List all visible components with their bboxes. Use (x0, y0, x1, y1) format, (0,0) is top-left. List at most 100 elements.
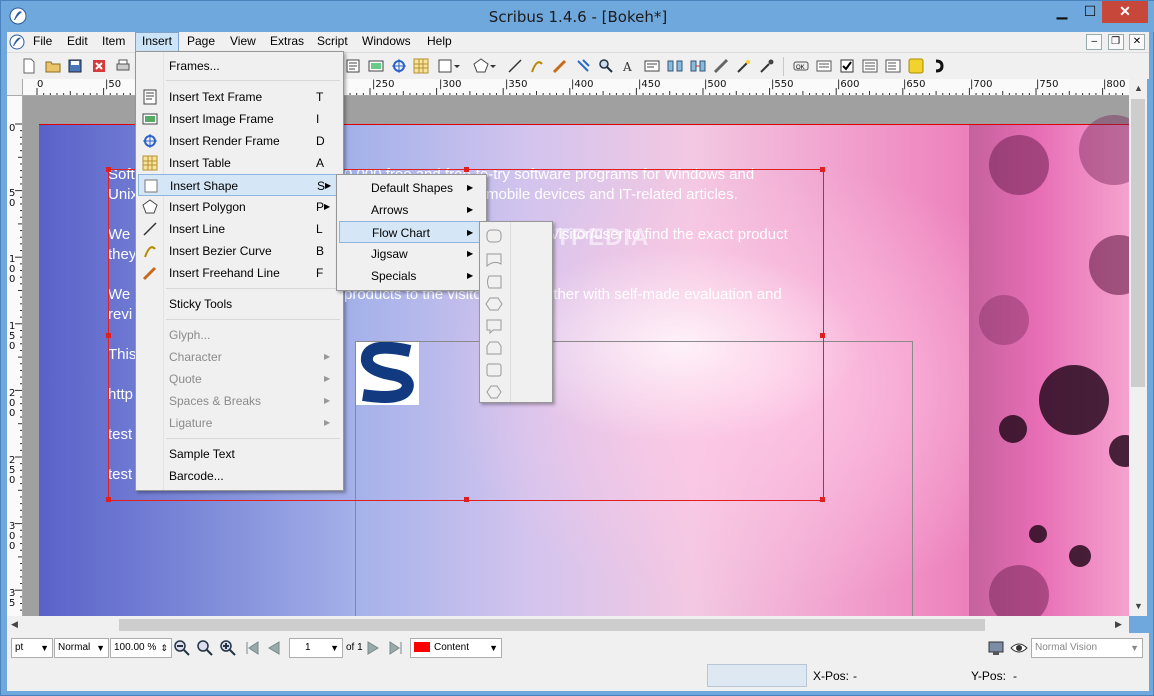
submenu-item-arrows[interactable]: Arrows ▶ (339, 199, 484, 221)
toolbar-shape-icon[interactable] (437, 58, 453, 74)
pdf-listbox-icon[interactable] (885, 58, 901, 74)
text-annotation-icon[interactable] (908, 58, 924, 74)
vertical-ruler[interactable]: 0 5 0 1 0 0 1 5 0 2 0 0 2 5 0 3 0 0 3 5 (7, 96, 23, 616)
flow-off-page-icon[interactable] (486, 341, 502, 355)
link-annotation-icon[interactable] (931, 58, 947, 74)
flow-hexagon-icon[interactable] (486, 385, 502, 399)
horizontal-scrollbar[interactable]: ◀ ▶ (7, 616, 1129, 633)
mdi-minimize-button[interactable]: – (1086, 34, 1103, 50)
pdf-checkbox-icon[interactable] (839, 58, 855, 74)
resize-handle[interactable] (820, 497, 825, 502)
menu-help[interactable]: Help (421, 32, 458, 52)
last-page-icon[interactable] (387, 639, 405, 657)
vision-select[interactable]: Normal Vision ▼ (1031, 638, 1143, 658)
toolbar-freehand-icon[interactable] (552, 58, 568, 74)
resize-handle[interactable] (106, 167, 111, 172)
menu-extras[interactable]: Extras (264, 32, 310, 52)
menu-file[interactable]: File (27, 32, 58, 52)
print-icon[interactable] (115, 58, 131, 74)
toolbar-line-icon[interactable] (507, 58, 523, 74)
toolbar-table-icon[interactable] (413, 58, 429, 74)
flow-preparation-icon[interactable] (485, 297, 503, 311)
flow-terminator-icon[interactable] (486, 229, 502, 243)
edit-contents-icon[interactable] (644, 58, 660, 74)
toolbar-text-frame-icon[interactable] (345, 58, 361, 74)
menu-item-barcode[interactable]: Barcode... (138, 465, 341, 487)
menu-item-frames[interactable]: Frames... (138, 55, 341, 77)
pdf-text-field-icon[interactable] (816, 58, 832, 74)
edit-text-icon[interactable]: A (621, 58, 637, 74)
menu-item-insert-table[interactable]: Insert Table A (138, 152, 341, 174)
menu-item-insert-render-frame[interactable]: Insert Render Frame D (138, 130, 341, 152)
menu-edit[interactable]: Edit (61, 32, 94, 52)
resize-handle[interactable] (464, 497, 469, 502)
flow-stored-data-icon[interactable] (487, 275, 502, 289)
maximize-button[interactable]: ☐ (1075, 1, 1105, 23)
previous-page-icon[interactable] (265, 639, 283, 657)
save-icon[interactable] (67, 58, 83, 74)
pdf-combobox-icon[interactable] (862, 58, 878, 74)
resize-handle[interactable] (106, 497, 111, 502)
zoom-out-icon[interactable] (173, 639, 191, 657)
submenu-item-default-shapes[interactable]: Default Shapes ▶ (339, 177, 484, 199)
toolbar-image-frame-icon[interactable] (368, 58, 384, 74)
first-page-icon[interactable] (243, 639, 261, 657)
mode-select[interactable]: Normal ▼ (54, 638, 109, 658)
zoom-reset-icon[interactable] (196, 639, 214, 657)
scroll-left-icon[interactable]: ◀ (11, 619, 18, 630)
horizontal-scroll-thumb[interactable] (119, 619, 985, 631)
resize-handle[interactable] (464, 167, 469, 172)
document-icon[interactable] (9, 34, 25, 50)
menu-item-insert-line[interactable]: Insert Line L (138, 218, 341, 240)
menu-item-sticky-tools[interactable]: Sticky Tools (138, 293, 341, 315)
link-frames-icon[interactable] (667, 58, 683, 74)
submenu-item-flow-chart[interactable]: Flow Chart ▶ (339, 221, 484, 243)
toolbar-polygon-icon[interactable] (473, 58, 489, 74)
menu-item-insert-image-frame[interactable]: Insert Image Frame I (138, 108, 341, 130)
menu-item-insert-bezier-curve[interactable]: Insert Bezier Curve B (138, 240, 341, 262)
submenu-item-jigsaw[interactable]: Jigsaw ▶ (339, 243, 484, 265)
vertical-scroll-thumb[interactable] (1131, 99, 1145, 387)
magic-wand-icon[interactable] (736, 58, 752, 74)
toolbar-bezier-icon[interactable] (529, 58, 545, 74)
new-document-icon[interactable] (21, 58, 37, 74)
unit-select[interactable]: pt ▼ (11, 638, 53, 658)
polygon-dropdown-arrow-icon[interactable] (489, 58, 497, 74)
rotate-icon[interactable] (575, 58, 591, 74)
scroll-up-icon[interactable]: ▲ (1134, 83, 1143, 93)
unlink-frames-icon[interactable] (690, 58, 706, 74)
zoom-icon[interactable] (598, 58, 614, 74)
menu-item-insert-freehand-line[interactable]: Insert Freehand Line F (138, 262, 341, 284)
measure-icon[interactable] (713, 58, 729, 74)
close-button[interactable]: ✕ (1102, 1, 1148, 23)
flow-document-icon[interactable] (486, 253, 502, 268)
shape-dropdown-arrow-icon[interactable] (453, 58, 461, 74)
menu-view[interactable]: View (224, 32, 262, 52)
menu-windows[interactable]: Windows (356, 32, 417, 52)
menu-script[interactable]: Script (311, 32, 354, 52)
eye-icon[interactable] (1010, 639, 1028, 657)
preview-mode-icon[interactable] (987, 639, 1005, 657)
menu-page[interactable]: Page (181, 32, 221, 52)
menu-item-sample-text[interactable]: Sample Text (138, 443, 341, 465)
close-document-icon[interactable] (91, 58, 107, 74)
flow-process-icon[interactable] (486, 363, 502, 377)
open-document-icon[interactable] (45, 58, 61, 74)
flow-callout-icon[interactable] (486, 319, 502, 335)
eyedropper-icon[interactable] (759, 58, 775, 74)
menu-insert[interactable]: Insert (135, 32, 180, 52)
menu-item-insert-polygon[interactable]: Insert Polygon P ▶ (138, 196, 341, 218)
submenu-item-specials[interactable]: Specials ▶ (339, 265, 484, 287)
scroll-down-icon[interactable]: ▼ (1134, 601, 1143, 611)
pdf-push-button-icon[interactable]: OK (793, 58, 809, 74)
page-number-select[interactable]: 1 ▼ (289, 638, 343, 658)
mdi-close-button[interactable]: ✕ (1129, 34, 1145, 50)
resize-handle[interactable] (820, 333, 825, 338)
layer-select[interactable]: Content ▼ (410, 638, 502, 658)
minimize-button[interactable]: ▁ (1047, 1, 1077, 23)
mdi-restore-button[interactable]: ❐ (1107, 34, 1124, 50)
menu-item[interactable]: Item (96, 32, 131, 52)
scroll-right-icon[interactable]: ▶ (1115, 619, 1122, 630)
zoom-in-icon[interactable] (219, 639, 237, 657)
menu-item-insert-shape[interactable]: Insert Shape S ▶ (138, 174, 341, 196)
